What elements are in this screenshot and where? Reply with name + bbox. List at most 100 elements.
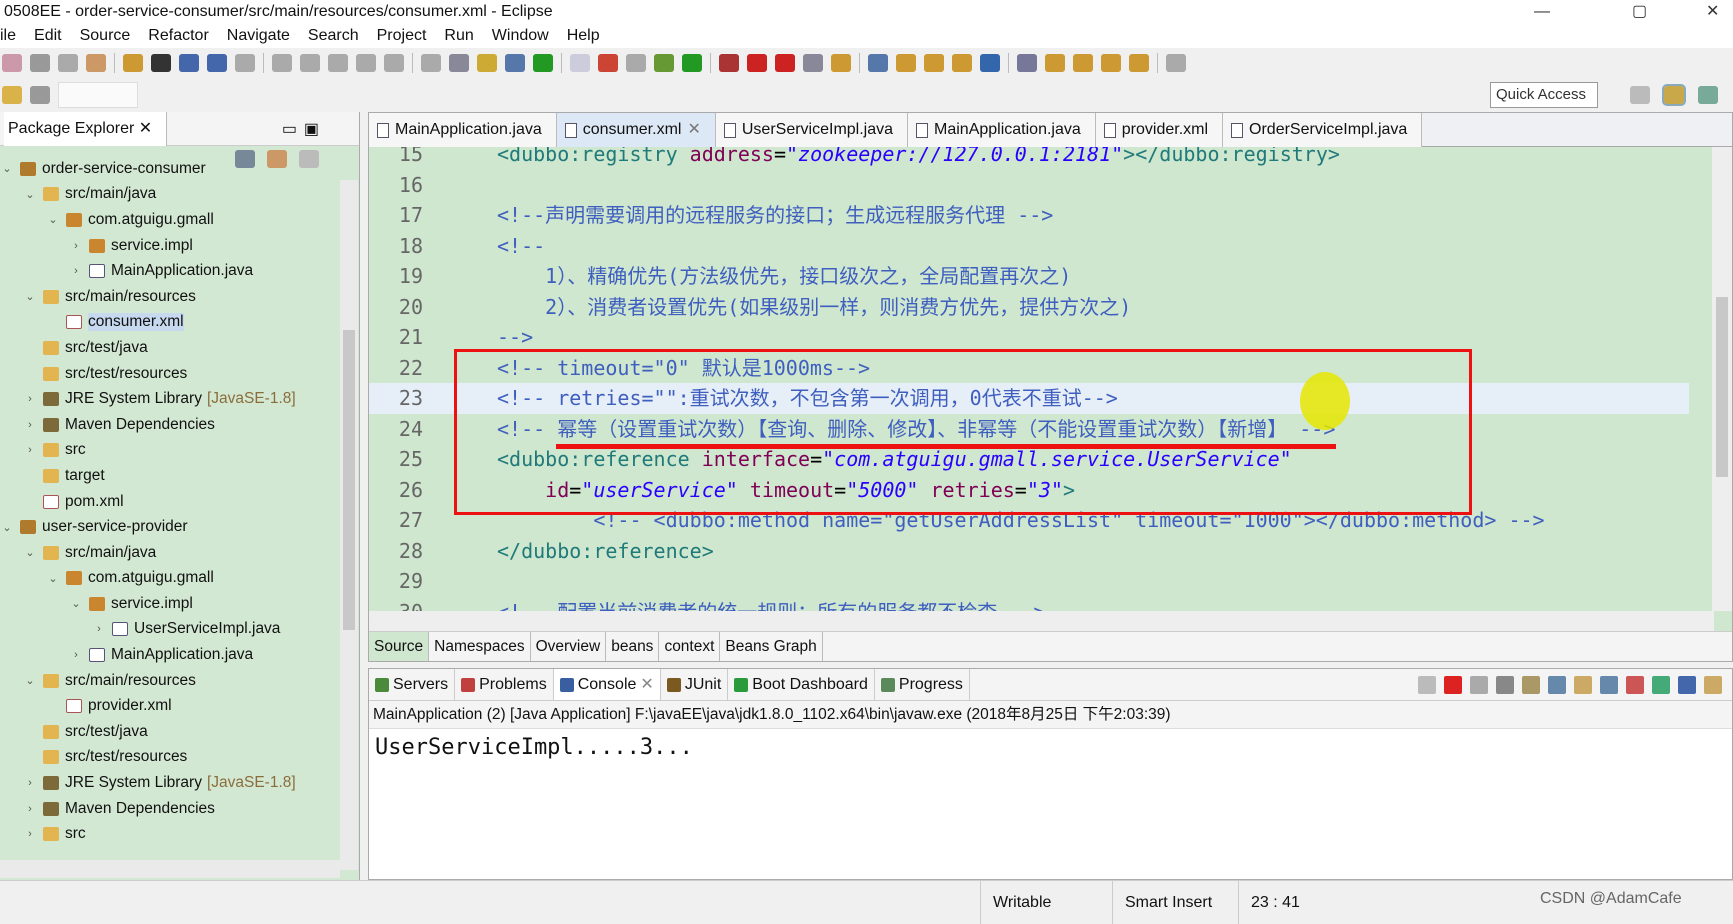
code-line[interactable]: 20 2）、消费者设置优先(如果级别一样，则消费方优先，提供方次之) [369, 292, 1689, 323]
toolbar-button-icon[interactable] [2, 54, 22, 72]
toolbar-button-icon[interactable] [775, 54, 795, 72]
toolbar-button-icon[interactable] [235, 54, 255, 72]
toolbar-button-icon[interactable] [421, 54, 441, 72]
tree-item[interactable]: provider.xml [0, 693, 340, 719]
console-action-icon[interactable] [1626, 675, 1644, 694]
tree-item[interactable]: pom.xml [0, 489, 340, 515]
expanded-arrow-icon[interactable]: ⌄ [46, 572, 60, 585]
expanded-arrow-icon[interactable]: ⌄ [23, 674, 37, 687]
tree-item[interactable]: › Maven Dependencies [0, 412, 340, 438]
tab-package-explorer[interactable]: Package Explorer ✕ [4, 111, 168, 146]
toolbar-button-icon[interactable] [328, 54, 348, 72]
tree-item[interactable]: target [0, 463, 340, 489]
menu-window[interactable]: Window [492, 24, 549, 48]
tree-item[interactable]: src/test/resources [0, 745, 340, 771]
console-action-icon[interactable] [1652, 675, 1670, 694]
toolbar-button-icon[interactable] [1045, 54, 1065, 72]
menu-navigate[interactable]: Navigate [227, 24, 290, 48]
toolbar-combo[interactable] [58, 82, 138, 108]
toolbar-button-icon[interactable] [384, 54, 404, 72]
expanded-arrow-icon[interactable]: ⌄ [23, 546, 37, 559]
tree-item[interactable]: › JRE System Library [JavaSE-1.8] [0, 386, 340, 412]
tree-item[interactable]: ⌄ src/main/java [0, 182, 340, 208]
tree-item[interactable]: › MainApplication.java [0, 642, 340, 668]
bottom-tab[interactable]: JUnit [661, 669, 729, 700]
collapsed-arrow-icon[interactable]: › [92, 623, 106, 635]
editor-tab[interactable]: OrderServiceImpl.java [1223, 113, 1423, 147]
toolbar-button-icon[interactable] [1166, 54, 1186, 72]
tree-item[interactable]: ⌄ user-service-provider [0, 514, 340, 540]
explorer-horizontal-scrollbar[interactable] [0, 860, 340, 878]
collapsed-arrow-icon[interactable]: › [23, 777, 37, 789]
collapsed-arrow-icon[interactable]: › [23, 444, 37, 456]
code-line[interactable]: 17 <!--声明需要调用的远程服务的接口；生成远程服务代理 --> [369, 200, 1689, 231]
toolbar-button-icon[interactable] [924, 54, 944, 72]
menu-project[interactable]: Project [377, 24, 427, 48]
pen-icon[interactable] [2, 86, 22, 104]
toolbar-button-icon[interactable] [719, 54, 739, 72]
console-action-icon[interactable] [1600, 675, 1618, 694]
toolbar-button-icon[interactable] [58, 54, 78, 72]
code-line[interactable]: 18 <!-- [369, 231, 1689, 262]
toolbar-button-icon[interactable] [980, 54, 1000, 72]
minimize-button[interactable]: — [1534, 0, 1550, 24]
toolbar-button-icon[interactable] [151, 54, 171, 72]
collapsed-arrow-icon[interactable]: › [69, 649, 83, 661]
tree-item[interactable]: ⌄ order-service-consumer [0, 156, 340, 182]
tree-item[interactable]: consumer.xml [0, 310, 340, 336]
expanded-arrow-icon[interactable]: ⌄ [23, 188, 37, 201]
toolbar-button-icon[interactable] [1017, 54, 1037, 72]
console-action-icon[interactable] [1470, 675, 1488, 694]
close-icon[interactable]: ✕ [139, 120, 152, 137]
menu-refactor[interactable]: Refactor [148, 24, 208, 48]
code-line[interactable]: 28 </dubbo:reference> [369, 536, 1689, 567]
perspective-icon[interactable] [1662, 84, 1686, 106]
code-line[interactable]: 16 [369, 170, 1689, 201]
bottom-tab[interactable]: Console ✕ [553, 669, 661, 701]
close-button[interactable]: ✕ [1706, 0, 1719, 24]
collapsed-arrow-icon[interactable]: › [23, 828, 37, 840]
editor-tab[interactable]: provider.xml [1095, 113, 1224, 147]
console-action-icon[interactable] [1418, 675, 1436, 694]
source-tab[interactable]: Source [369, 632, 430, 661]
close-tab-icon[interactable]: ✕ [687, 113, 700, 147]
toolbar-button-icon[interactable] [803, 54, 823, 72]
console-action-icon[interactable] [1444, 675, 1462, 694]
editor-vertical-scrollbar[interactable] [1712, 147, 1732, 611]
toolbar-button-icon[interactable] [868, 54, 888, 72]
source-tab[interactable]: Overview [531, 632, 607, 661]
close-tab-icon[interactable]: ✕ [640, 669, 653, 701]
collapsed-arrow-icon[interactable]: › [69, 265, 83, 277]
console-action-icon[interactable] [1548, 675, 1566, 694]
tree-item[interactable]: ⌄ src/main/resources [0, 284, 340, 310]
toolbar-button-icon[interactable] [1129, 54, 1149, 72]
source-tab[interactable]: beans [606, 632, 660, 661]
expanded-arrow-icon[interactable]: ⌄ [69, 597, 83, 610]
toolbar-button-icon[interactable] [86, 54, 106, 72]
code-line[interactable]: 21 --> [369, 322, 1689, 353]
tree-item[interactable]: › UserServiceImpl.java [0, 617, 340, 643]
menu-search[interactable]: Search [308, 24, 359, 48]
minimize-icon[interactable]: ▭ [282, 119, 297, 139]
tree-item[interactable]: src/test/resources [0, 361, 340, 387]
tree-item[interactable]: › src [0, 438, 340, 464]
menu-ile[interactable]: ile [0, 24, 16, 48]
toolbar-button-icon[interactable] [1073, 54, 1093, 72]
tree-item[interactable]: ⌄ src/main/java [0, 540, 340, 566]
collapsed-arrow-icon[interactable]: › [23, 419, 37, 431]
bottom-tab[interactable]: Progress [875, 669, 970, 700]
source-tab[interactable]: Namespaces [429, 632, 531, 661]
tree-item[interactable]: ⌄ src/main/resources [0, 668, 340, 694]
toolbar-button-icon[interactable] [1101, 54, 1121, 72]
toolbar-button-icon[interactable] [356, 54, 376, 72]
editor-tab[interactable]: MainApplication.java [908, 113, 1096, 147]
toolbar-button-icon[interactable] [477, 54, 497, 72]
toolbar-button-icon[interactable] [831, 54, 851, 72]
collapsed-arrow-icon[interactable]: › [23, 393, 37, 405]
expanded-arrow-icon[interactable]: ⌄ [46, 213, 60, 226]
tree-item[interactable]: ⌄ com.atguigu.gmall [0, 566, 340, 592]
bottom-tab[interactable]: Boot Dashboard [728, 669, 875, 700]
maximize-button[interactable]: ▢ [1632, 0, 1647, 24]
toolbar-button-icon[interactable] [300, 54, 320, 72]
collapsed-arrow-icon[interactable]: › [23, 803, 37, 815]
